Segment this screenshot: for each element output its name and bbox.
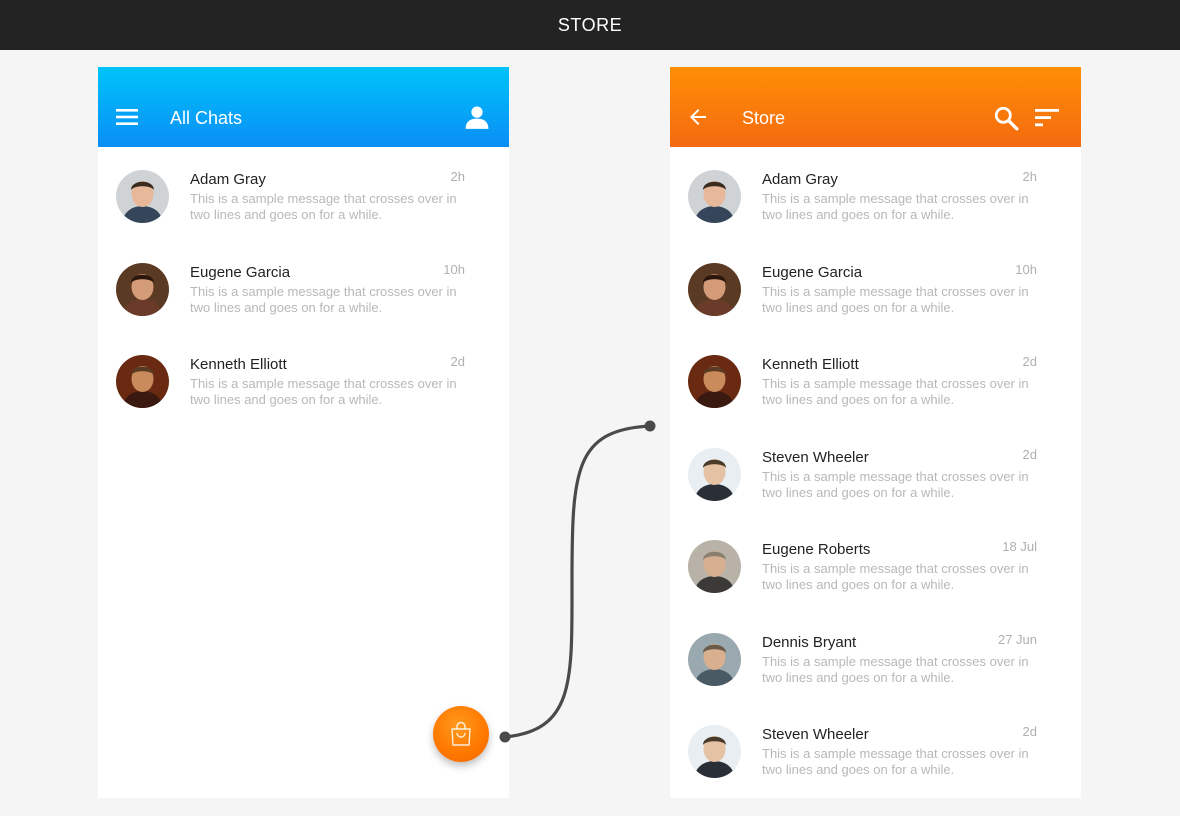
message-timestamp: 2h bbox=[1022, 169, 1037, 184]
page-title: Store bbox=[742, 108, 786, 128]
chat-list-item[interactable]: Eugene Garcia 10h This is a sample message… bbox=[670, 240, 1081, 333]
message-timestamp: 10h bbox=[1015, 261, 1037, 277]
avatar bbox=[688, 355, 741, 408]
window-title-bar: STORE bbox=[0, 0, 1180, 50]
message-preview: This is a sample message that crosses ov… bbox=[762, 283, 1029, 315]
window-title: STORE bbox=[557, 14, 623, 35]
message-timestamp: 2d bbox=[1022, 446, 1037, 462]
avatar bbox=[688, 170, 741, 223]
connector-end-dot bbox=[644, 420, 656, 432]
chat-list-item[interactable]: Steven Wheeler 2d This is a sample message… bbox=[670, 702, 1081, 795]
message-timestamp: 18 Jul bbox=[1002, 539, 1037, 554]
avatar bbox=[688, 632, 741, 686]
message-preview: This is a sample message that crosses ov… bbox=[190, 376, 457, 407]
contact-name: Eugene Roberts bbox=[762, 541, 871, 558]
contact-name: Eugene Garcia bbox=[762, 263, 863, 281]
message-preview: This is a sample message that crosses ov… bbox=[762, 561, 1029, 592]
all-chats-app-bar: All Chats bbox=[98, 67, 509, 147]
avatar bbox=[116, 355, 169, 408]
message-preview: This is a sample message that crosses ov… bbox=[762, 746, 1029, 777]
message-preview: This is a sample message that crosses ov… bbox=[190, 283, 457, 315]
contact-name: Dennis Bryant bbox=[762, 633, 857, 651]
store-fab-button[interactable] bbox=[433, 706, 489, 762]
back-arrow-icon[interactable] bbox=[686, 105, 710, 129]
chat-list-item[interactable]: Dennis Bryant 27 Jun This is a sample mess… bbox=[670, 610, 1081, 703]
store-app-bar: Store bbox=[670, 67, 1081, 147]
message-timestamp: 2d bbox=[1022, 724, 1037, 739]
avatar bbox=[688, 540, 741, 593]
chat-list-item[interactable]: Kenneth Elliott 2d This is a sample messag… bbox=[98, 332, 509, 425]
chat-list-item[interactable]: Kenneth Elliott 2d This is a sample messag… bbox=[670, 332, 1081, 425]
message-timestamp: 10h bbox=[443, 261, 465, 277]
avatar bbox=[688, 725, 741, 778]
contact-name: Adam Gray bbox=[190, 171, 266, 188]
chat-list-item[interactable]: Eugene Roberts 18 Jul This is a sample mes… bbox=[670, 517, 1081, 610]
message-preview: This is a sample message that crosses ov… bbox=[762, 468, 1029, 500]
shopping-bag-icon bbox=[451, 721, 471, 746]
message-preview: This is a sample message that crosses ov… bbox=[762, 376, 1029, 407]
page-title: All Chats bbox=[170, 108, 243, 128]
account-icon[interactable] bbox=[464, 104, 490, 130]
avatar bbox=[116, 170, 169, 223]
menu-icon[interactable] bbox=[115, 105, 139, 129]
chat-list-item[interactable]: Steven Wheeler 2d This is a sample message… bbox=[670, 425, 1081, 518]
contact-name: Kenneth Elliott bbox=[762, 356, 859, 373]
contact-name: Steven Wheeler bbox=[762, 448, 869, 466]
message-timestamp: 2d bbox=[450, 354, 465, 369]
contact-name: Adam Gray bbox=[762, 171, 838, 188]
sort-icon[interactable] bbox=[1035, 106, 1059, 130]
store-screen: Store Adam Gray 2h This is a sample messag… bbox=[670, 67, 1081, 798]
avatar bbox=[116, 262, 169, 316]
chat-list: Adam Gray 2h This is a sample message that… bbox=[670, 147, 1081, 795]
message-timestamp: 2h bbox=[450, 169, 465, 184]
message-preview: This is a sample message that crosses ov… bbox=[190, 191, 457, 222]
message-timestamp: 2d bbox=[1022, 354, 1037, 369]
all-chats-screen: All Chats Adam Gray 2h This is a sample me… bbox=[98, 67, 509, 798]
message-preview: This is a sample message that crosses ov… bbox=[762, 191, 1029, 222]
chat-list-item[interactable]: Adam Gray 2h This is a sample message that… bbox=[98, 147, 509, 240]
contact-name: Steven Wheeler bbox=[762, 726, 869, 743]
contact-name: Eugene Garcia bbox=[190, 263, 291, 281]
chat-list-item[interactable]: Eugene Garcia 10h This is a sample message… bbox=[98, 240, 509, 333]
message-preview: This is a sample message that crosses ov… bbox=[762, 653, 1029, 685]
avatar bbox=[688, 447, 741, 501]
search-icon[interactable] bbox=[993, 105, 1019, 131]
chat-list: Adam Gray 2h This is a sample message that… bbox=[98, 147, 509, 425]
avatar bbox=[688, 262, 741, 316]
message-timestamp: 27 Jun bbox=[997, 631, 1037, 647]
chat-list-item[interactable]: Adam Gray 2h This is a sample message that… bbox=[670, 147, 1081, 240]
contact-name: Kenneth Elliott bbox=[190, 356, 287, 373]
